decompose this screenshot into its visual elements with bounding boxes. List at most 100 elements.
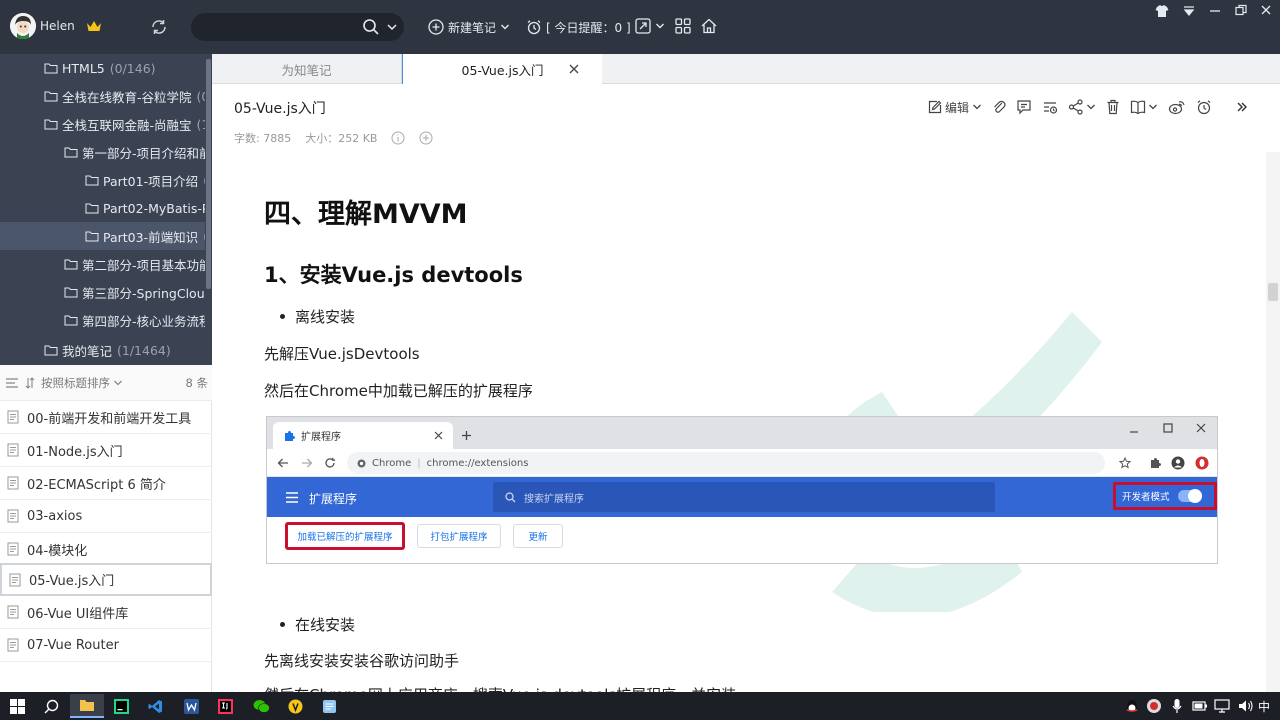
- list-item-selected[interactable]: 05-Vue.js入门: [0, 563, 212, 596]
- content-scrollbar[interactable]: [1266, 152, 1280, 692]
- tree-node[interactable]: 全栈互联网金融-尚融宝(1: [0, 110, 205, 138]
- chevron-down-icon[interactable]: [386, 22, 398, 32]
- pycharm-icon[interactable]: [104, 694, 138, 718]
- chevron-down-icon[interactable]: [655, 22, 665, 30]
- attachment-icon[interactable]: [992, 99, 1006, 115]
- close-icon: [1196, 423, 1206, 433]
- tree-node[interactable]: HTML5 (0/146): [0, 54, 205, 82]
- microphone-icon[interactable]: [1172, 698, 1182, 714]
- crown-icon[interactable]: [86, 19, 102, 33]
- tab-wiznote[interactable]: 为知笔记: [212, 54, 402, 84]
- app-icon[interactable]: [278, 694, 312, 718]
- weibo-icon[interactable]: [1168, 99, 1186, 115]
- search-icon[interactable]: [34, 694, 68, 718]
- extensions-header: 扩展程序 搜索扩展程序 开发者模式: [267, 477, 1217, 517]
- edit-button[interactable]: 编辑: [928, 99, 982, 116]
- extensions-title: 扩展程序: [309, 492, 358, 506]
- url-path: chrome://extensions: [426, 457, 529, 469]
- sort-label[interactable]: 按照标题排序: [41, 375, 110, 391]
- close-icon[interactable]: [1260, 4, 1272, 16]
- file-explorer-icon[interactable]: [70, 694, 104, 718]
- sync-icon[interactable]: [150, 18, 168, 36]
- minimize-icon: [1130, 431, 1138, 433]
- restore-icon[interactable]: [1234, 4, 1248, 16]
- folder-icon: [85, 231, 99, 242]
- list-item[interactable]: 01-Node.js入门: [0, 434, 212, 467]
- history-icon[interactable]: [1042, 99, 1058, 115]
- search-icon[interactable]: [362, 18, 380, 36]
- comment-icon[interactable]: [1016, 99, 1032, 115]
- list-item[interactable]: 00-前端开发和前端开发工具: [0, 401, 212, 434]
- list-icon[interactable]: [5, 377, 19, 389]
- document-icon: [7, 509, 19, 523]
- network-icon[interactable]: [1214, 699, 1230, 713]
- note-title[interactable]: 05-Vue.js入门: [234, 98, 326, 118]
- list-item[interactable]: 02-ECMAScript 6 简介: [0, 467, 212, 500]
- wechat-icon[interactable]: [244, 694, 278, 718]
- tree-node[interactable]: 第一部分-项目介绍和前: [0, 138, 205, 166]
- word-count: 字数: 7885: [234, 132, 292, 145]
- home-icon[interactable]: [700, 17, 718, 35]
- document-icon: [7, 542, 19, 556]
- more-icon[interactable]: [1236, 101, 1248, 113]
- chevron-down-icon[interactable]: [113, 379, 123, 387]
- heading-2: 1、安装Vue.js devtools: [264, 263, 523, 287]
- chevron-down-icon: [1087, 104, 1095, 110]
- plus-circle-icon: [428, 19, 444, 35]
- scrollbar-thumb[interactable]: [1268, 283, 1278, 301]
- list-item[interactable]: 04-模块化: [0, 533, 212, 566]
- battery-icon[interactable]: [1192, 699, 1208, 713]
- tree-node[interactable]: 第四部分-核心业务流程: [0, 306, 205, 334]
- notes-app-icon[interactable]: [312, 694, 346, 718]
- list-item[interactable]: 07-Vue Router: [0, 629, 212, 662]
- volume-icon[interactable]: [1238, 699, 1254, 713]
- trash-icon[interactable]: [1106, 99, 1120, 115]
- tree-node-selected[interactable]: Part03-前端知识(: [0, 222, 205, 250]
- tree-node[interactable]: 我的笔记 (1/1464): [0, 336, 205, 364]
- vscode-icon[interactable]: [138, 694, 172, 718]
- share-button[interactable]: [1068, 99, 1096, 115]
- qq-icon[interactable]: [1124, 698, 1140, 714]
- intellij-icon[interactable]: [208, 694, 242, 718]
- sort-icon[interactable]: [25, 376, 35, 389]
- tree-node[interactable]: Part01-项目介绍(: [0, 166, 205, 194]
- note-body[interactable]: 四、理解MVVM 1、安装Vue.js devtools 离线安装 先解压Vue…: [212, 152, 1266, 692]
- document-icon: [7, 638, 19, 652]
- file-size: 大小：252 KB: [305, 132, 378, 145]
- word-icon[interactable]: [174, 694, 208, 718]
- close-icon[interactable]: [568, 63, 580, 75]
- recording-icon[interactable]: [1146, 698, 1162, 714]
- avatar[interactable]: [10, 13, 36, 39]
- minimize-icon[interactable]: [1208, 5, 1222, 17]
- expand-icon[interactable]: [634, 17, 652, 35]
- menu-icon[interactable]: [1182, 5, 1196, 17]
- tree-scrollbar[interactable]: [206, 59, 211, 289]
- new-note-button[interactable]: 新建笔记: [428, 17, 510, 37]
- sort-bar: 按照标题排序 8 条: [0, 365, 212, 401]
- chevron-down-icon: [501, 24, 510, 30]
- input-method-indicator[interactable]: 中: [1258, 698, 1270, 715]
- tree-node[interactable]: 全栈在线教育-谷粒学院(0: [0, 82, 205, 110]
- tree-node[interactable]: 第三部分-SpringCloud: [0, 278, 205, 306]
- tree-node[interactable]: Part02-MyBatis-P: [0, 194, 205, 222]
- browser-tab: 扩展程序: [273, 422, 453, 449]
- pack-extension-button: 打包扩展程序: [417, 524, 501, 548]
- username[interactable]: Helen: [40, 19, 75, 33]
- alarm-clock-icon[interactable]: [1196, 99, 1212, 115]
- apps-grid-icon[interactable]: [674, 17, 692, 35]
- update-button: 更新: [513, 524, 563, 548]
- tab-label: 05-Vue.js入门: [461, 62, 544, 78]
- add-tag-icon[interactable]: [419, 131, 433, 145]
- list-item[interactable]: 03-axios: [0, 500, 212, 533]
- list-item[interactable]: 06-Vue UI组件库: [0, 596, 212, 629]
- reload-icon: [325, 457, 335, 468]
- skin-icon[interactable]: [1154, 4, 1170, 18]
- puzzle-icon: [285, 430, 295, 441]
- browser-toolbar: Chrome | chrome://extensions: [267, 449, 1217, 477]
- info-icon[interactable]: [391, 131, 405, 145]
- reminder-button[interactable]: [ 今日提醒：0 ]: [526, 17, 631, 37]
- folder-icon: [64, 315, 78, 326]
- tree-node[interactable]: 第二部分-项目基本功能: [0, 250, 205, 278]
- windows-start-icon[interactable]: [0, 694, 34, 718]
- reading-mode-button[interactable]: [1130, 99, 1158, 115]
